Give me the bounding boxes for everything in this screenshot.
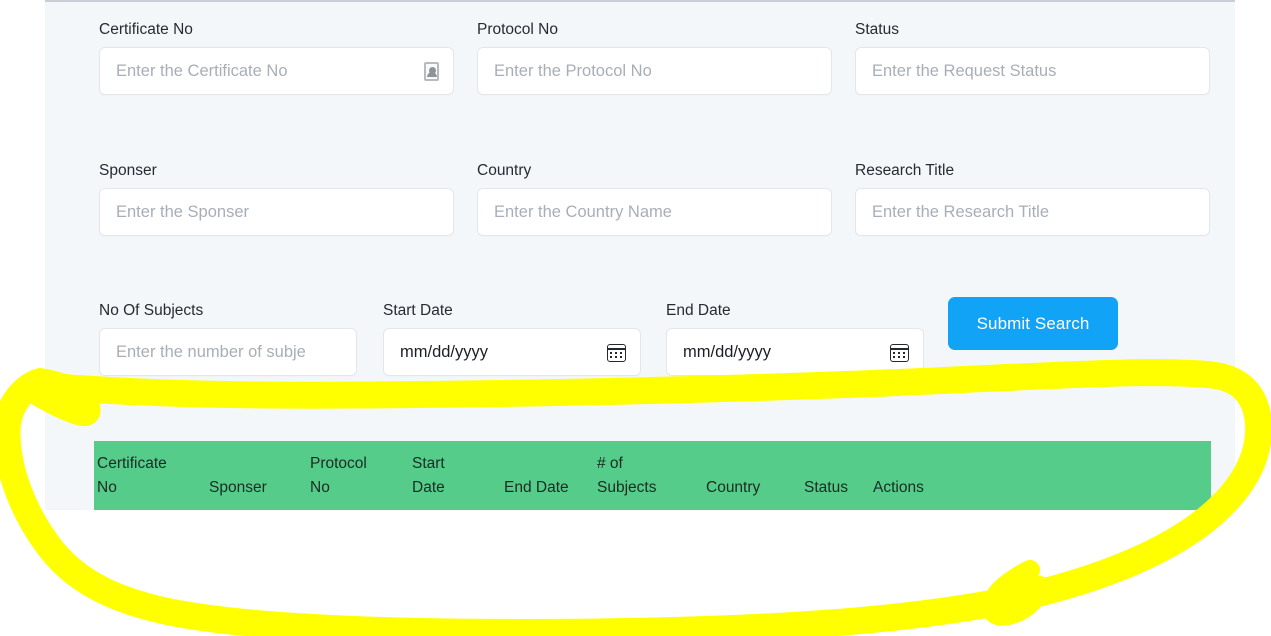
field-protocol-no: Protocol No Enter the Protocol No — [477, 21, 832, 95]
field-status: Status Enter the Request Status — [855, 21, 1210, 95]
results-table-header: Certificate No Sponser Protocol No Start… — [94, 441, 1211, 510]
field-sponser: Sponser Enter the Sponser — [99, 162, 454, 236]
field-end-date: End Date mm/dd/yyyy — [666, 302, 924, 376]
certificate-no-input[interactable]: Enter the Certificate No — [99, 47, 454, 95]
status-placeholder: Enter the Request Status — [872, 61, 1057, 80]
protocol-no-input[interactable]: Enter the Protocol No — [477, 47, 832, 95]
table-col-protocol-no[interactable]: Protocol No — [310, 452, 412, 500]
field-label-end-date: End Date — [666, 302, 731, 319]
field-label-sponser: Sponser — [99, 162, 157, 179]
certificate-no-placeholder: Enter the Certificate No — [116, 61, 288, 80]
table-col-country[interactable]: Country — [706, 452, 804, 500]
no-of-subjects-input[interactable]: Enter the number of subje — [99, 328, 357, 376]
research-title-input[interactable]: Enter the Research Title — [855, 188, 1210, 236]
end-date-input[interactable]: mm/dd/yyyy — [666, 328, 924, 376]
field-label-start-date: Start Date — [383, 302, 453, 319]
field-research-title: Research Title Enter the Research Title — [855, 162, 1210, 236]
table-col-start-date[interactable]: Start Date — [412, 452, 504, 500]
country-placeholder: Enter the Country Name — [494, 202, 672, 221]
autofill-card-icon[interactable] — [421, 60, 441, 82]
research-title-placeholder: Enter the Research Title — [872, 202, 1050, 221]
search-filter-panel: Certificate No Enter the Certificate No … — [45, 0, 1235, 510]
table-col-actions[interactable]: Actions — [873, 452, 993, 500]
field-label-no-of-subjects: No Of Subjects — [99, 302, 204, 319]
no-of-subjects-placeholder: Enter the number of subje — [116, 342, 306, 361]
submit-search-button[interactable]: Submit Search — [948, 297, 1118, 350]
protocol-no-placeholder: Enter the Protocol No — [494, 61, 652, 80]
field-start-date: Start Date mm/dd/yyyy — [383, 302, 641, 376]
field-label-certificate-no: Certificate No — [99, 21, 193, 38]
calendar-icon[interactable] — [606, 341, 628, 363]
country-input[interactable]: Enter the Country Name — [477, 188, 832, 236]
sponser-input[interactable]: Enter the Sponser — [99, 188, 454, 236]
start-date-input[interactable]: mm/dd/yyyy — [383, 328, 641, 376]
table-col-end-date[interactable]: End Date — [504, 452, 597, 500]
status-input[interactable]: Enter the Request Status — [855, 47, 1210, 95]
screenshot-root: Certificate No Enter the Certificate No … — [0, 0, 1271, 636]
field-no-of-subjects: No Of Subjects Enter the number of subje — [99, 302, 357, 376]
field-label-research-title: Research Title — [855, 162, 955, 179]
field-label-protocol-no: Protocol No — [477, 21, 558, 38]
field-label-country: Country — [477, 162, 532, 179]
field-certificate-no: Certificate No Enter the Certificate No — [99, 21, 454, 95]
table-col-status[interactable]: Status — [804, 452, 873, 500]
table-col-num-subjects[interactable]: # of Subjects — [597, 452, 706, 500]
calendar-icon[interactable] — [889, 341, 911, 363]
end-date-placeholder: mm/dd/yyyy — [683, 342, 772, 361]
table-col-sponser[interactable]: Sponser — [209, 452, 310, 500]
table-col-certificate-no[interactable]: Certificate No — [94, 452, 209, 500]
table-header-row: Certificate No Sponser Protocol No Start… — [94, 441, 1211, 510]
field-country: Country Enter the Country Name — [477, 162, 832, 236]
sponser-placeholder: Enter the Sponser — [116, 202, 249, 221]
annotation-end-hook — [981, 560, 1050, 626]
field-label-status: Status — [855, 21, 899, 38]
start-date-placeholder: mm/dd/yyyy — [400, 342, 489, 361]
